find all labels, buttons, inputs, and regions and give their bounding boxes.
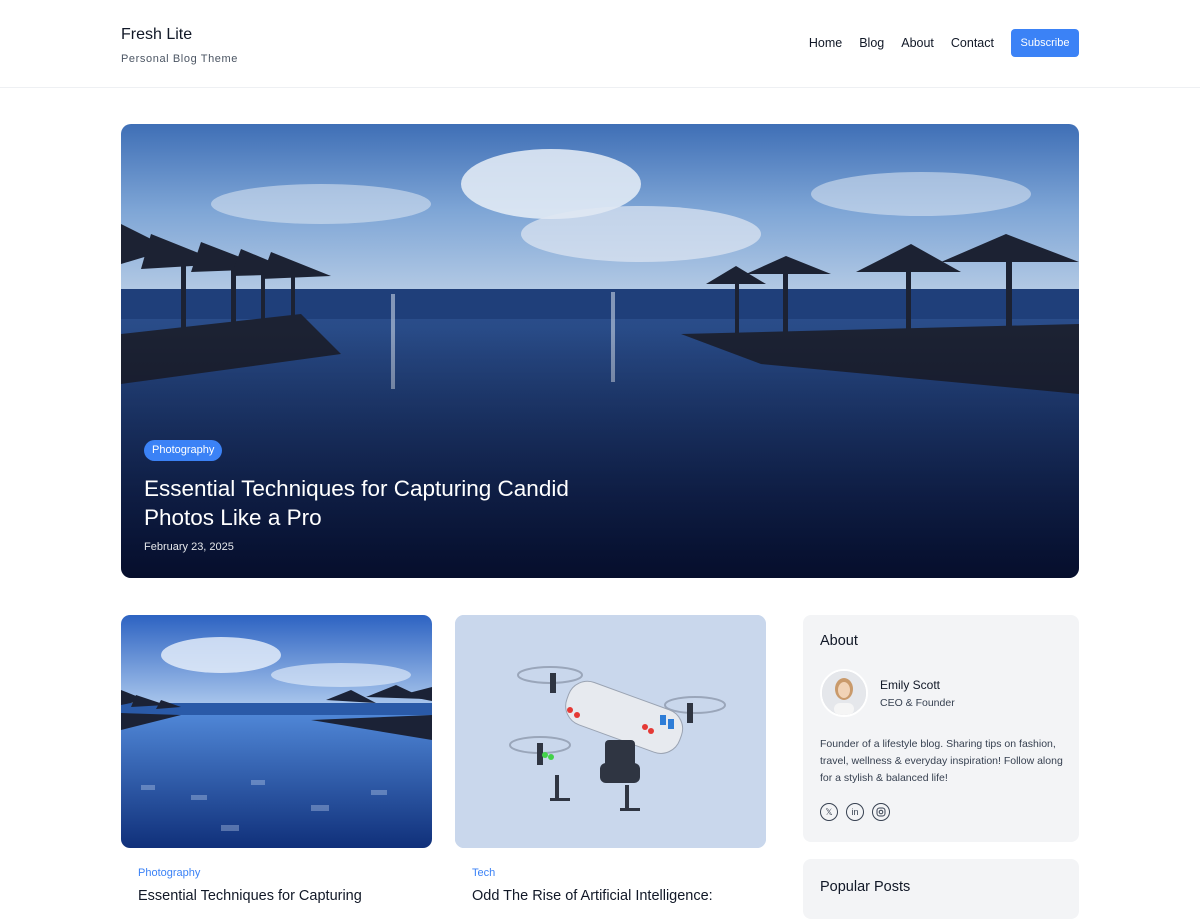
- nav-blog[interactable]: Blog: [859, 29, 884, 57]
- post-card[interactable]: Photography Essential Techniques for Cap…: [121, 615, 432, 905]
- drone-photo[interactable]: [455, 615, 766, 848]
- author-role: CEO & Founder: [880, 696, 955, 709]
- card-title[interactable]: Odd The Rise of Artificial Intelligence:: [472, 887, 766, 905]
- pool-photo[interactable]: [121, 615, 432, 848]
- social-links: 𝕏 in: [820, 803, 1062, 821]
- nav-home[interactable]: Home: [809, 29, 842, 57]
- hero-category-badge[interactable]: Photography: [144, 440, 223, 461]
- brand[interactable]: Fresh Lite Personal Blog Theme: [121, 26, 238, 65]
- main-nav: Home Blog About Contact Subscribe: [809, 29, 1079, 57]
- hero-title[interactable]: Essential Techniques for Capturing Candi…: [144, 474, 604, 532]
- popular-posts-widget: Popular Posts: [803, 859, 1079, 919]
- x-icon[interactable]: 𝕏: [820, 803, 838, 821]
- post-card[interactable]: Tech Odd The Rise of Artificial Intellig…: [455, 615, 766, 905]
- about-widget: About Emily Scott CEO & Founder Founder …: [803, 615, 1079, 842]
- hero-post[interactable]: Photography Essential Techniques for Cap…: [121, 124, 1079, 578]
- author-bio: Founder of a lifestyle blog. Sharing tip…: [820, 738, 1063, 784]
- instagram-icon[interactable]: [872, 803, 890, 821]
- card-category[interactable]: Photography: [138, 867, 432, 879]
- about-widget-title: About: [820, 633, 858, 649]
- nav-contact[interactable]: Contact: [951, 29, 994, 57]
- popular-posts-title: Popular Posts: [820, 879, 911, 895]
- author-name: Emily Scott: [880, 677, 941, 692]
- avatar: [820, 669, 868, 717]
- hero-date: February 23, 2025: [144, 541, 234, 553]
- subscribe-button[interactable]: Subscribe: [1011, 29, 1079, 57]
- card-title[interactable]: Essential Techniques for Capturing: [138, 887, 432, 905]
- nav-about[interactable]: About: [901, 29, 934, 57]
- site-tagline: Personal Blog Theme: [121, 53, 238, 65]
- site-header: Fresh Lite Personal Blog Theme Home Blog…: [0, 0, 1200, 88]
- card-category[interactable]: Tech: [472, 867, 766, 879]
- author: Emily Scott CEO & Founder: [820, 669, 1062, 717]
- site-title[interactable]: Fresh Lite: [121, 26, 238, 44]
- linkedin-icon[interactable]: in: [846, 803, 864, 821]
